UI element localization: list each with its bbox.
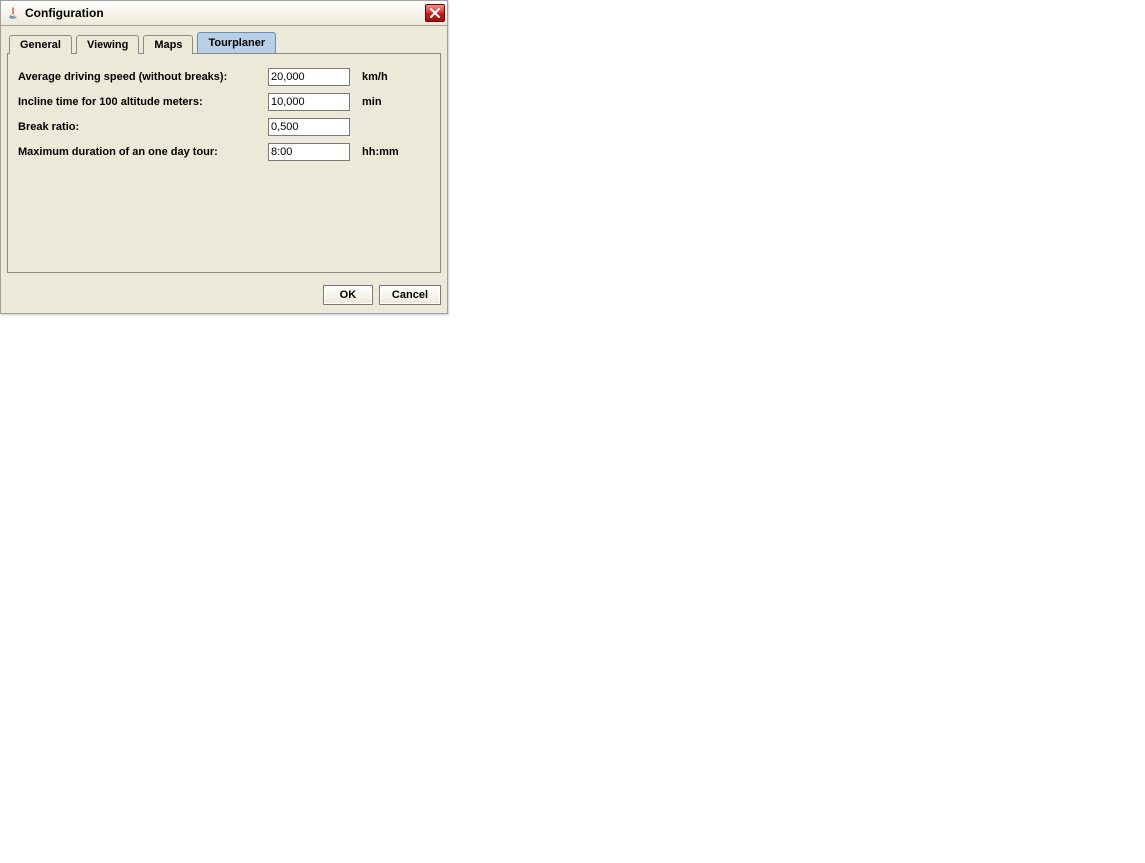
input-avg-speed[interactable] (268, 68, 350, 86)
content-area: General Viewing Maps Tourplaner Average … (1, 26, 447, 279)
cancel-button[interactable]: Cancel (379, 285, 441, 305)
tab-general[interactable]: General (9, 35, 72, 54)
input-max-duration[interactable] (268, 143, 350, 161)
unit-incline: min (362, 96, 382, 108)
tab-viewing[interactable]: Viewing (76, 35, 139, 54)
label-incline: Incline time for 100 altitude meters: (18, 96, 268, 108)
row-avg-speed: Average driving speed (without breaks): … (18, 64, 430, 89)
label-avg-speed: Average driving speed (without breaks): (18, 71, 268, 83)
unit-max-duration: hh:mm (362, 146, 399, 158)
input-incline[interactable] (268, 93, 350, 111)
tab-strip: General Viewing Maps Tourplaner (7, 32, 441, 53)
ok-button[interactable]: OK (323, 285, 373, 305)
window-title: Configuration (25, 6, 425, 20)
row-max-duration: Maximum duration of an one day tour: hh:… (18, 139, 430, 164)
titlebar[interactable]: Configuration (1, 1, 447, 26)
input-break-ratio[interactable] (268, 118, 350, 136)
unit-avg-speed: km/h (362, 71, 388, 83)
close-icon (430, 8, 440, 18)
tab-pane-tourplaner: Average driving speed (without breaks): … (7, 53, 441, 273)
row-break-ratio: Break ratio: (18, 114, 430, 139)
tab-tourplaner[interactable]: Tourplaner (197, 32, 276, 53)
configuration-dialog: Configuration General Viewing Maps Tourp… (0, 0, 448, 314)
tab-maps[interactable]: Maps (143, 35, 193, 54)
close-button[interactable] (425, 4, 445, 22)
label-break-ratio: Break ratio: (18, 121, 268, 133)
label-max-duration: Maximum duration of an one day tour: (18, 146, 268, 158)
row-incline: Incline time for 100 altitude meters: mi… (18, 89, 430, 114)
dialog-button-row: OK Cancel (1, 279, 447, 313)
java-icon (5, 5, 21, 21)
